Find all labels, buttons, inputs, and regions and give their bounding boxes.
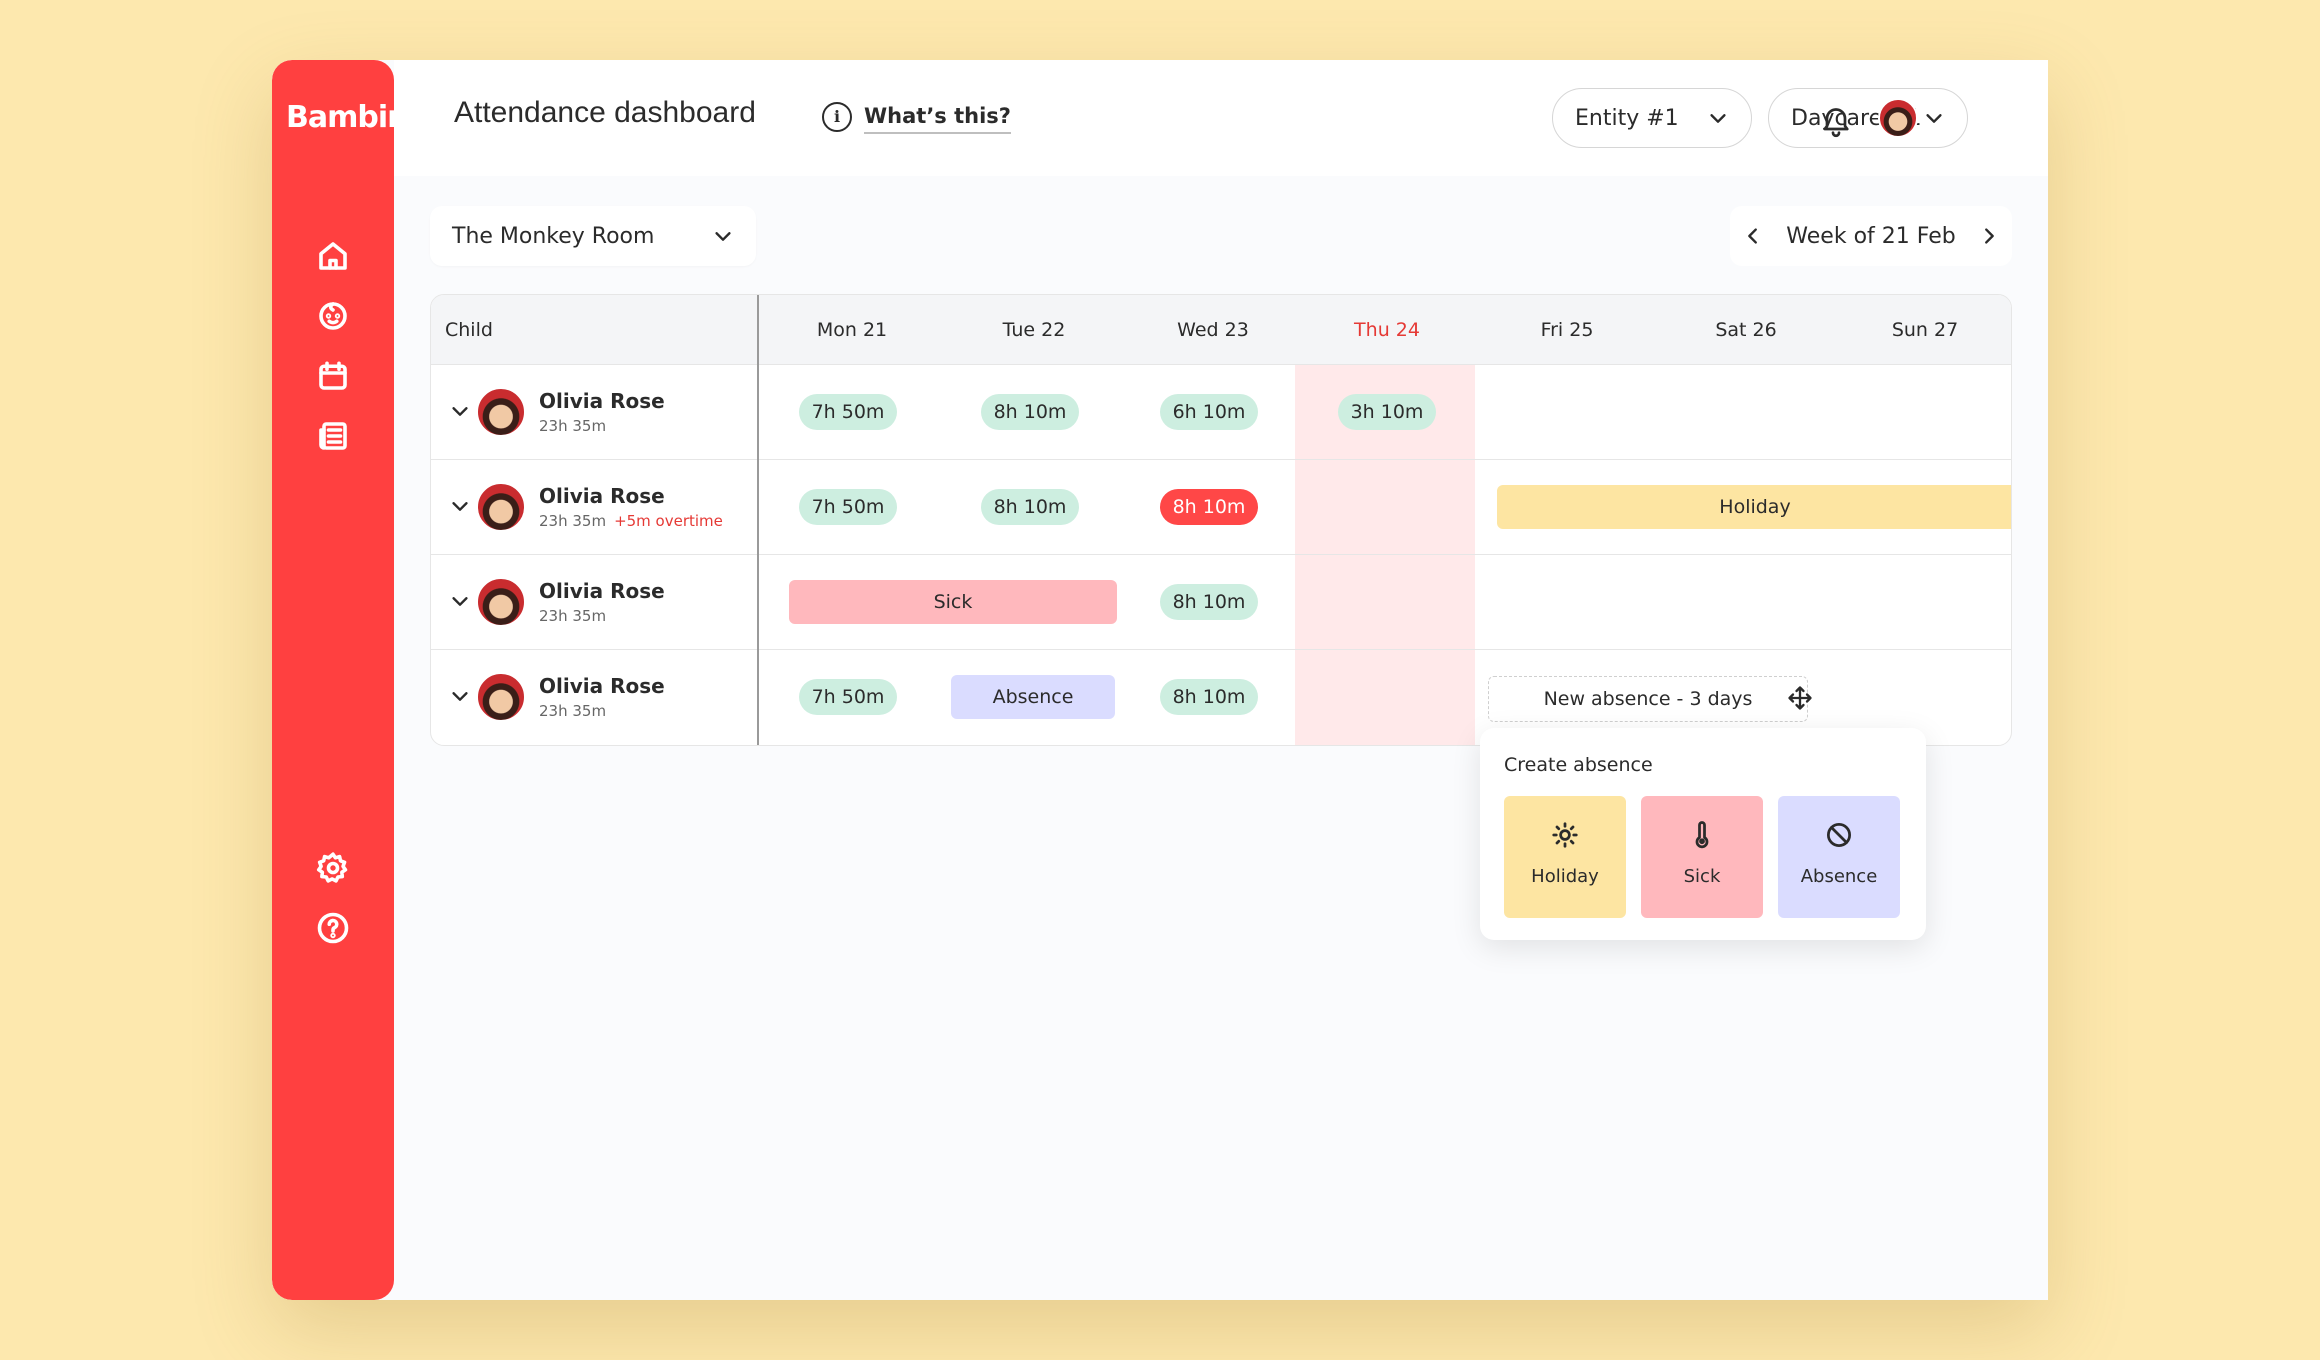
- overtime-label: +5m overtime: [614, 512, 723, 530]
- total-hours: 23h 35m: [539, 512, 607, 530]
- whats-this-link[interactable]: What’s this?: [864, 104, 1011, 134]
- header: Attendance dashboard i What’s this? Enti…: [394, 60, 2048, 176]
- child-total: 23h 35m +5m overtime: [539, 512, 723, 530]
- child-column-header: Child: [445, 319, 493, 341]
- day-header: Mon 21: [816, 319, 888, 341]
- chevron-down-icon: [1926, 114, 1942, 123]
- day-header: Wed 23: [1177, 319, 1249, 341]
- option-label: Absence: [1800, 866, 1878, 887]
- hours-pill[interactable]: 8h 10m: [1160, 584, 1258, 620]
- table-row: Olivia Rose 23h 35m 7h 50m 8h 10m 6h 10m…: [431, 365, 2011, 460]
- child-face-icon[interactable]: [313, 296, 353, 336]
- child-name[interactable]: Olivia Rose: [539, 484, 665, 508]
- day-header: Tue 22: [1002, 319, 1066, 341]
- new-absence-selection[interactable]: New absence - 3 days: [1488, 676, 1808, 722]
- expand-row-icon[interactable]: [449, 400, 471, 422]
- option-label: Holiday: [1531, 866, 1599, 887]
- table-header: Child Mon 21 Tue 22 Wed 23 Thu 24 Fri 25…: [431, 295, 2011, 365]
- holiday-bar[interactable]: Holiday: [1497, 485, 2011, 529]
- sun-icon: [1552, 822, 1578, 848]
- column-divider: [757, 295, 759, 745]
- hours-pill[interactable]: 7h 50m: [799, 489, 897, 525]
- logo[interactable]: Bambin: [286, 100, 409, 135]
- table-row: Olivia Rose 23h 35m +5m overtime 7h 50m 8…: [431, 460, 2011, 555]
- entity-select[interactable]: Entity #1: [1552, 88, 1752, 148]
- total-hours: 23h 35m: [539, 417, 607, 435]
- expand-row-icon[interactable]: [449, 495, 471, 517]
- day-header-today: Thu 24: [1354, 319, 1420, 341]
- chevron-down-icon: [715, 232, 731, 241]
- settings-icon[interactable]: [313, 848, 353, 888]
- hours-pill[interactable]: 6h 10m: [1160, 394, 1258, 430]
- room-select[interactable]: The Monkey Room: [430, 206, 756, 266]
- absence-option[interactable]: Absence: [1778, 796, 1900, 918]
- chevron-down-icon: [1710, 114, 1726, 123]
- option-label: Sick: [1683, 866, 1721, 887]
- help-icon[interactable]: [313, 908, 353, 948]
- previous-week-icon[interactable]: [1742, 225, 1764, 247]
- child-avatar: [476, 387, 526, 437]
- expand-row-icon[interactable]: [449, 685, 471, 707]
- next-week-icon[interactable]: [1978, 225, 2000, 247]
- hours-pill[interactable]: 8h 10m: [981, 489, 1079, 525]
- child-avatar: [476, 482, 526, 532]
- hours-pill[interactable]: 3h 10m: [1338, 394, 1436, 430]
- week-label: Week of 21 Feb: [1786, 223, 1956, 249]
- move-cursor-icon[interactable]: [1786, 684, 1814, 712]
- overtime-hours-pill[interactable]: 8h 10m: [1160, 489, 1258, 525]
- total-hours: 23h 35m: [539, 702, 607, 720]
- hours-pill[interactable]: 8h 10m: [981, 394, 1079, 430]
- table-row: Olivia Rose 23h 35m Sick 8h 10m: [431, 555, 2011, 650]
- day-header: Sun 27: [1891, 319, 1959, 341]
- child-total: 23h 35m: [539, 417, 606, 435]
- day-header: Sat 26: [1715, 319, 1777, 341]
- week-navigator: Week of 21 Feb: [1730, 206, 2012, 266]
- entity-select-value: Entity #1: [1575, 105, 1679, 131]
- room-select-value: The Monkey Room: [452, 223, 655, 249]
- child-total: 23h 35m: [539, 607, 606, 625]
- daycare-select[interactable]: Daycare #1: [1768, 88, 1968, 148]
- hours-pill[interactable]: 8h 10m: [1160, 679, 1258, 715]
- app-window: Bambin Attendance dashboard i What’s thi…: [272, 60, 2048, 1300]
- calendar-icon[interactable]: [313, 356, 353, 396]
- user-avatar[interactable]: [1878, 98, 1918, 138]
- child-avatar: [476, 577, 526, 627]
- child-total: 23h 35m: [539, 702, 606, 720]
- expand-row-icon[interactable]: [449, 590, 471, 612]
- total-hours: 23h 35m: [539, 607, 607, 625]
- sidebar: Bambin: [272, 60, 409, 1300]
- popup-title: Create absence: [1504, 754, 1653, 776]
- child-name[interactable]: Olivia Rose: [539, 579, 665, 603]
- page-title: Attendance dashboard: [454, 96, 756, 129]
- thermometer-icon: [1695, 821, 1709, 849]
- create-absence-popup: Create absence Holiday Sick Absence: [1480, 728, 1926, 940]
- news-icon[interactable]: [313, 416, 353, 456]
- info-icon[interactable]: i: [822, 102, 852, 132]
- absence-bar[interactable]: Absence: [951, 675, 1115, 719]
- block-icon: [1827, 823, 1851, 847]
- hours-pill[interactable]: 7h 50m: [799, 679, 897, 715]
- holiday-option[interactable]: Holiday: [1504, 796, 1626, 918]
- sick-bar[interactable]: Sick: [789, 580, 1117, 624]
- hours-pill[interactable]: 7h 50m: [799, 394, 897, 430]
- child-avatar: [476, 672, 526, 722]
- bell-icon[interactable]: [1818, 100, 1854, 140]
- sick-option[interactable]: Sick: [1641, 796, 1763, 918]
- child-name[interactable]: Olivia Rose: [539, 674, 665, 698]
- home-icon[interactable]: [313, 236, 353, 276]
- child-name[interactable]: Olivia Rose: [539, 389, 665, 413]
- day-header: Fri 25: [1540, 319, 1594, 341]
